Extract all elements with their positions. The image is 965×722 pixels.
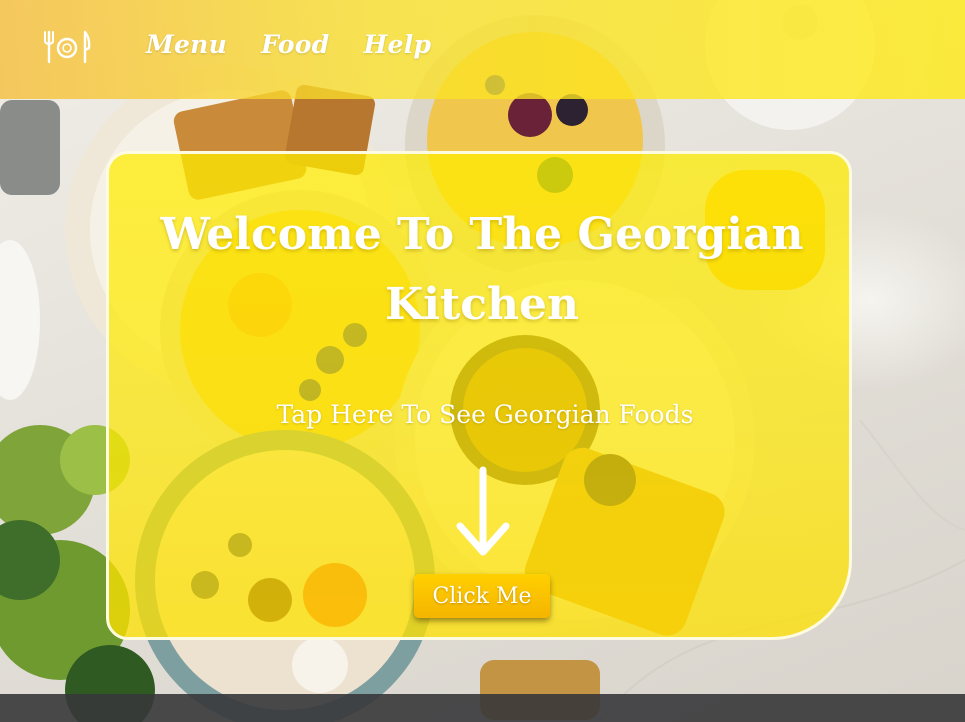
nav-link-menu[interactable]: Menu xyxy=(146,30,227,59)
top-navigation-bar: Menu Food Help xyxy=(0,0,965,99)
bottom-bar xyxy=(0,694,965,722)
hero-title: Welcome To The Georgian Kitchen xyxy=(109,200,855,340)
welcome-hero-card: Welcome To The Georgian Kitchen Tap Here… xyxy=(106,151,852,640)
hero-title-line2: Kitchen xyxy=(384,279,580,330)
nav-link-help[interactable]: Help xyxy=(364,30,432,59)
nav-link-food[interactable]: Food xyxy=(261,30,329,59)
fork-plate-knife-icon[interactable] xyxy=(43,28,91,66)
arrow-down-icon xyxy=(456,466,510,556)
click-me-button[interactable]: Click Me xyxy=(414,574,550,618)
nav-links: Menu Food Help xyxy=(146,30,465,59)
hero-title-line1: Welcome To The Georgian xyxy=(160,209,804,260)
see-foods-link[interactable]: Tap Here To See Georgian Foods xyxy=(109,400,855,429)
